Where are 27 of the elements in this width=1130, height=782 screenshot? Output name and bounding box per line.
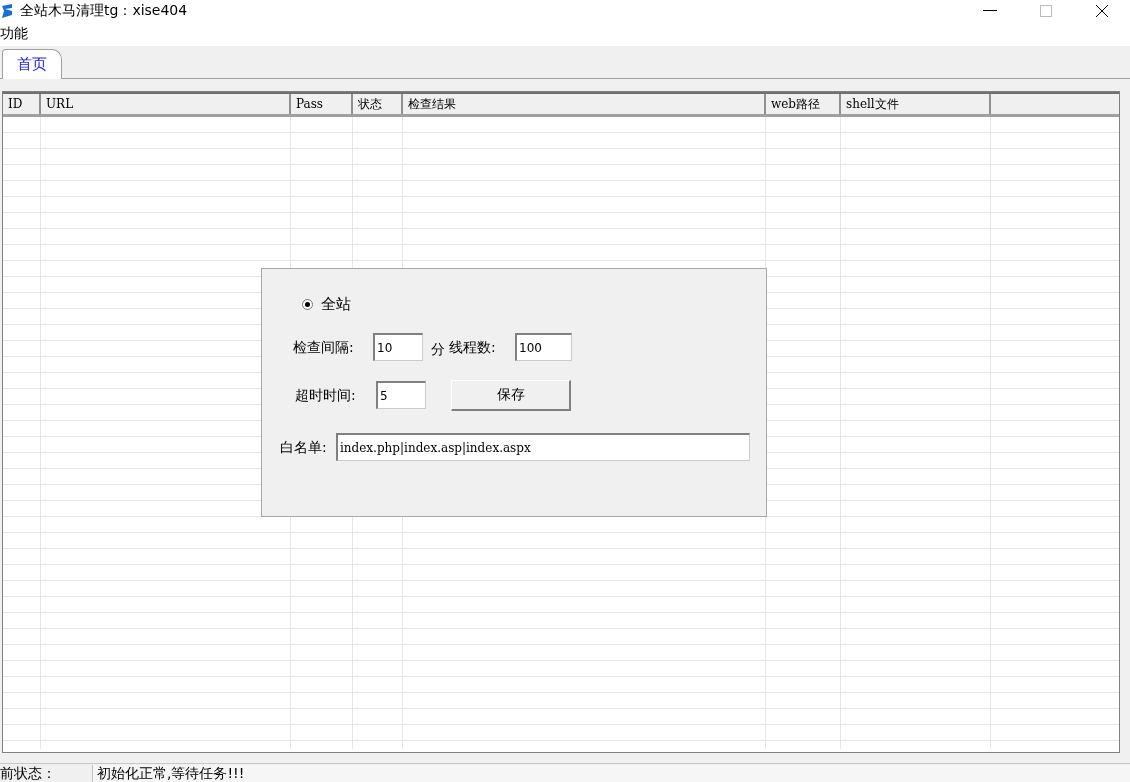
input-field[interactable]: 100 [515,333,572,361]
maximize-icon [1040,5,1052,17]
input-field[interactable]: 10 [373,333,423,361]
close-icon [1095,4,1109,18]
column-header[interactable]: web路径 [766,94,841,114]
field-label: 线程数: [449,339,496,357]
field-label: 检查间隔: [293,339,354,357]
column-header[interactable]: URL [41,94,291,114]
window-title: 全站木马清理tg：xise404 [20,2,189,20]
app-icon [0,3,14,19]
column-header[interactable]: 状态 [353,94,403,114]
minimize-icon [983,10,997,12]
column-header[interactable]: ID [3,94,41,114]
column-header[interactable]: Pass [291,94,353,114]
column-header[interactable]: 检查结果 [403,94,766,114]
input-field[interactable]: index.php|index.asp|index.aspx [336,433,750,461]
status-label: 前状态： [0,765,57,782]
field-label: 白名单: [280,439,327,457]
status-message: 初始化正常,等待任务!!! [92,765,1130,782]
menu-item[interactable]: 功能 [0,25,28,43]
save-button[interactable]: 保存 [451,380,571,411]
unit-label: 分 [431,341,445,359]
tab[interactable]: 首页 [2,49,62,79]
scope-radio[interactable]: 全站 [302,295,351,314]
column-header[interactable]: shell文件 [841,94,991,114]
field-label: 超时时间: [295,387,356,405]
input-field[interactable]: 5 [376,381,426,409]
